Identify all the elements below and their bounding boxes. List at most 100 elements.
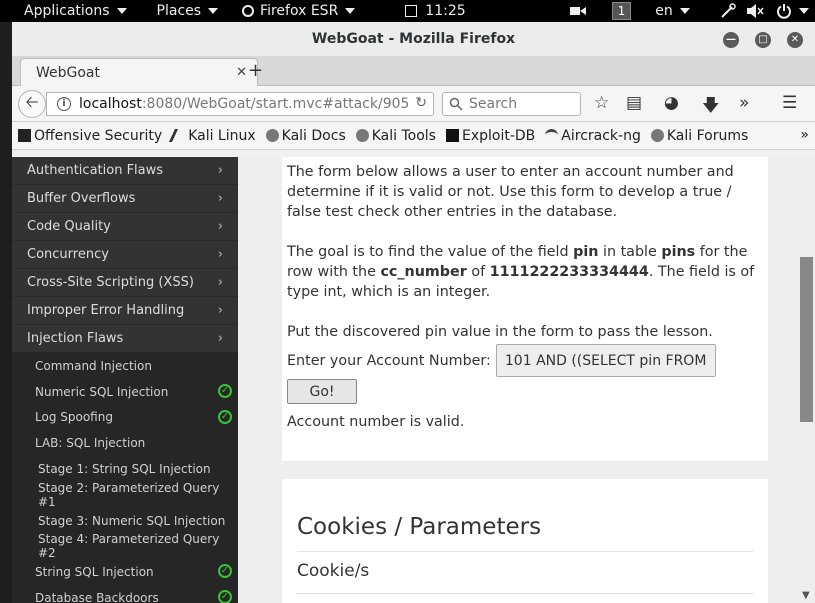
lesson-numeric-sql-injection[interactable]: Numeric SQL Injection ✓ — [12, 378, 238, 405]
info-icon[interactable]: i — [57, 97, 71, 111]
clock[interactable]: 11:25 — [405, 0, 466, 22]
lesson-label: Stage 2: Parameterized Query #1 — [38, 480, 220, 509]
lesson-panel: The form below allows a user to enter an… — [282, 157, 768, 461]
bookmark-label: Offensive Security — [34, 127, 163, 144]
bookmark-exploit-db[interactable]: Exploit-DB — [445, 127, 536, 144]
menu-label: Buffer Overflows — [27, 191, 136, 206]
go-button[interactable]: Go! — [287, 379, 357, 404]
bookmarks-overflow-icon[interactable]: » — [800, 127, 809, 143]
applications-menu[interactable]: Applications — [24, 0, 127, 22]
power-icon[interactable] — [776, 0, 809, 22]
lesson-stage-4[interactable]: Stage 4: Parameterized Query #2 — [12, 532, 238, 561]
account-label: Enter your Account Number: — [287, 352, 491, 369]
url-bar[interactable]: i localhost:8080/WebGoat/start.mvc#attac… — [46, 92, 434, 116]
lesson-stage-1[interactable]: Stage 1: String SQL Injection — [12, 456, 238, 482]
minimize-button[interactable]: — — [723, 32, 739, 48]
firefox-icon — [242, 5, 255, 17]
lesson-stage-2[interactable]: Stage 2: Parameterized Query #1 — [12, 480, 238, 509]
close-button[interactable]: ✕ — [787, 32, 803, 48]
lesson-stage-3[interactable]: Stage 3: Numeric SQL Injection — [12, 507, 238, 534]
volume-icon[interactable] — [746, 0, 764, 22]
chevron-right-icon: › — [217, 275, 223, 290]
bookmark-offensive-security[interactable]: Offensive Security — [18, 128, 162, 144]
menu-buffer-overflows[interactable]: Buffer Overflows › — [12, 185, 238, 213]
menu-authentication-flaws[interactable]: Authentication Flaws › — [12, 157, 238, 185]
menu-label: Improper Error Handling — [27, 303, 185, 318]
chevron-right-icon: › — [217, 303, 223, 318]
url-host: localhost — [79, 96, 142, 112]
check-icon: ✓ — [218, 409, 232, 424]
window-titlebar: WebGoat - Mozilla Firefox — □ ✕ — [12, 22, 815, 56]
divider — [297, 551, 753, 552]
pocket-icon[interactable]: ◕ — [664, 93, 679, 113]
menu-code-quality[interactable]: Code Quality › — [12, 213, 238, 241]
check-icon: ✓ — [218, 564, 232, 579]
chevron-down-icon — [798, 8, 809, 14]
scroll-down-arrow-icon[interactable]: ▼ — [802, 590, 810, 601]
lesson-description: The form below allows a user to enter an… — [287, 164, 734, 220]
places-menu[interactable]: Places — [157, 0, 219, 22]
workspace-indicator[interactable]: 1 — [611, 0, 632, 22]
maximize-button[interactable]: □ — [755, 32, 771, 48]
kali-docs-icon — [265, 129, 279, 142]
download-icon[interactable]: 🡇 — [702, 93, 719, 122]
lesson-label: LAB: SQL Injection — [35, 436, 146, 451]
video-icon[interactable] — [569, 0, 586, 22]
reading-list-icon[interactable]: ▤ — [626, 93, 642, 113]
tab-title: WebGoat — [36, 65, 101, 81]
lesson-log-spoofing[interactable]: Log Spoofing ✓ — [12, 404, 238, 431]
scrollbar-thumb[interactable] — [800, 257, 813, 422]
cookies-heading: Cookies / Parameters — [297, 514, 542, 540]
bookmark-star-icon[interactable]: ☆ — [594, 93, 609, 113]
search-placeholder: Search — [469, 96, 518, 112]
bookmarks-toolbar: Offensive Security Kali Linux Kali Docs … — [12, 122, 815, 150]
bookmark-kali-linux[interactable]: Kali Linux — [169, 128, 256, 144]
lesson-label: Stage 1: String SQL Injection — [38, 462, 211, 477]
lesson-database-backdoors[interactable]: Database Backdoors ✓ — [12, 585, 238, 603]
bookmark-kali-tools[interactable]: Kali Tools — [355, 128, 436, 144]
bookmark-kali-docs[interactable]: Kali Docs — [265, 128, 346, 144]
lesson-label: String SQL Injection — [35, 565, 154, 580]
places-label: Places — [156, 3, 202, 19]
calendar-icon — [405, 5, 418, 17]
menu-injection-flaws[interactable]: Injection Flaws › — [12, 325, 238, 353]
back-button[interactable]: 🡠 — [18, 90, 46, 118]
lesson-command-injection[interactable]: Command Injection — [12, 353, 238, 379]
firefox-app-label: Firefox ESR — [260, 3, 339, 19]
tools-icon[interactable] — [720, 0, 736, 22]
overflow-chevron-icon[interactable]: » — [739, 93, 749, 113]
lesson-string-sql-injection[interactable]: String SQL Injection ✓ — [12, 559, 238, 586]
account-number-input[interactable]: 101 AND ((SELECT pin FROM — [495, 344, 716, 377]
hamburger-menu-icon[interactable]: ☰ — [782, 93, 797, 113]
lesson-label: Numeric SQL Injection — [35, 384, 169, 399]
menu-label: Authentication Flaws — [27, 163, 164, 178]
lesson-label: Stage 3: Numeric SQL Injection — [38, 513, 226, 528]
chevron-right-icon: › — [217, 219, 223, 234]
chevron-right-icon: › — [217, 191, 223, 206]
lesson-lab-sql-injection[interactable]: LAB: SQL Injection — [12, 430, 238, 457]
tab-strip: WebGoat ✕ + — [12, 56, 815, 87]
bookmark-kali-forums[interactable]: Kali Forums — [650, 128, 748, 144]
check-icon: ✓ — [218, 590, 232, 603]
kali-icon — [169, 129, 189, 142]
menu-improper-error-handling[interactable]: Improper Error Handling › — [12, 297, 238, 325]
bookmark-label: Exploit-DB — [461, 127, 536, 144]
page-scrollbar[interactable]: ▼ — [798, 157, 815, 603]
navigation-toolbar: 🡠 i localhost:8080/WebGoat/start.mvc#att… — [12, 86, 815, 122]
new-tab-button[interactable]: + — [248, 60, 263, 81]
tab-webgoat[interactable]: WebGoat ✕ — [20, 58, 258, 87]
search-input[interactable]: Search — [442, 92, 581, 116]
cc-number: 1111222233334444 — [489, 264, 649, 280]
account-number-value: 101 AND ((SELECT pin FROM — [504, 352, 707, 369]
menu-concurrency[interactable]: Concurrency › — [12, 241, 238, 269]
lesson-goal: The goal is to find the value of the fie… — [287, 244, 755, 300]
language-menu[interactable]: en — [655, 0, 690, 22]
close-tab-icon[interactable]: ✕ — [236, 65, 247, 80]
chevron-down-icon — [345, 8, 356, 14]
bookmark-aircrack-ng[interactable]: Aircrack-ng — [545, 128, 641, 144]
reload-icon[interactable]: ↻ — [415, 95, 427, 111]
menu-xss[interactable]: Cross-Site Scripting (XSS) › — [12, 269, 238, 297]
firefox-app-menu[interactable]: Firefox ESR — [242, 0, 356, 22]
offsec-icon — [18, 129, 31, 142]
lesson-label: Stage 4: Parameterized Query #2 — [38, 532, 220, 561]
